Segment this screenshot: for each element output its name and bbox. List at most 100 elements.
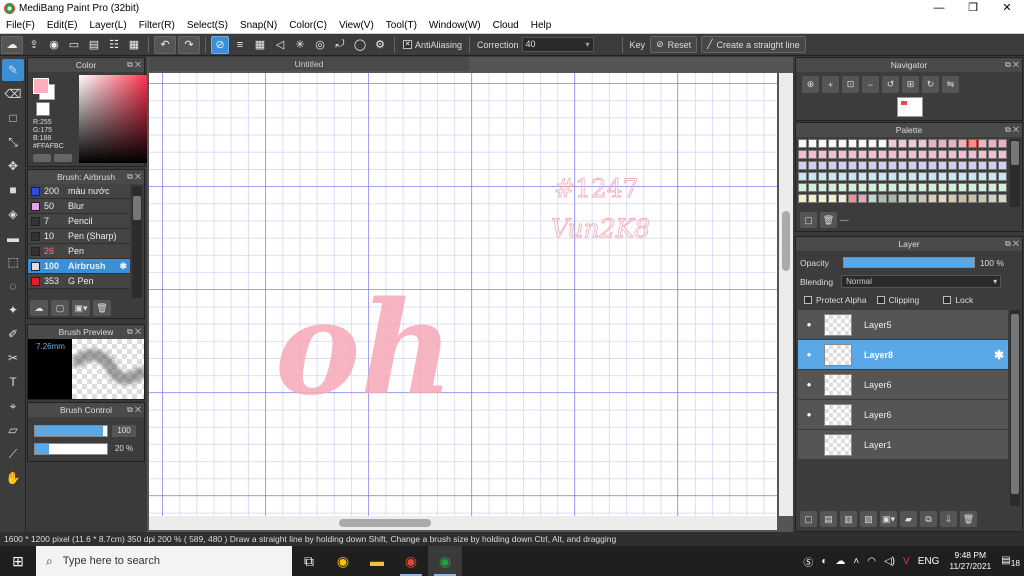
palette-swatch[interactable] [858, 150, 867, 159]
palette-swatch[interactable] [818, 150, 827, 159]
clock[interactable]: 9:48 PM 11/27/2021 [949, 550, 991, 572]
menu-file[interactable]: File(F) [0, 20, 41, 31]
palette-swatch[interactable] [898, 150, 907, 159]
palette-swatch[interactable] [998, 194, 1007, 203]
palette-swatch[interactable] [818, 183, 827, 192]
palette-swatch[interactable] [818, 139, 827, 148]
palette-swatch[interactable] [958, 161, 967, 170]
curve-snap-icon[interactable]: ⤾ [331, 36, 349, 54]
select-eraser-tool-icon[interactable]: ✂ [2, 347, 24, 369]
palette-swatch[interactable] [888, 172, 897, 181]
file-explorer-icon[interactable]: ▬ [360, 546, 394, 576]
palette-swatch[interactable] [948, 194, 957, 203]
palette-swatch[interactable] [958, 150, 967, 159]
canvas-horizontal-scrollbar[interactable] [149, 516, 777, 530]
palette-swatch[interactable] [978, 150, 987, 159]
palette-swatch[interactable] [928, 150, 937, 159]
palette-swatch[interactable] [828, 161, 837, 170]
palette-swatch[interactable] [948, 172, 957, 181]
menu-view[interactable]: View(V) [333, 20, 380, 31]
palette-swatch[interactable] [918, 172, 927, 181]
brush-scrollbar[interactable] [132, 186, 142, 298]
menu-layer[interactable]: Layer(L) [83, 20, 132, 31]
shape-tool-icon[interactable]: □ [2, 107, 24, 129]
canvas-vertical-scrollbar[interactable] [779, 73, 793, 516]
layer-row[interactable]: ● Layer6 [798, 400, 1008, 430]
dot-tool-icon[interactable]: ⤡ [2, 131, 24, 153]
palette-swatch[interactable] [848, 161, 857, 170]
cloud-brush-icon[interactable]: ☁ [30, 300, 48, 316]
palette-swatch[interactable] [988, 194, 997, 203]
palette-swatch[interactable] [968, 172, 977, 181]
close-button[interactable]: ✕ [990, 0, 1024, 17]
palette-swatch[interactable] [918, 183, 927, 192]
palette-swatch[interactable] [798, 183, 807, 192]
panel-controls-icon[interactable]: ⧉ ✕ [127, 325, 141, 339]
palette-swatch[interactable] [918, 161, 927, 170]
cross-snap-icon[interactable]: ▦ [251, 36, 269, 54]
palette-swatch[interactable] [938, 139, 947, 148]
delete-palette-icon[interactable]: 🗑 [820, 212, 837, 228]
palette-swatch[interactable] [908, 139, 917, 148]
palette-swatch[interactable] [868, 183, 877, 192]
discord-icon[interactable]: ◐ [821, 556, 827, 567]
rotate-right-icon[interactable]: ↻ [922, 76, 939, 93]
palette-swatch[interactable] [858, 161, 867, 170]
palette-swatch[interactable] [868, 194, 877, 203]
menu-snap[interactable]: Snap(N) [234, 20, 283, 31]
transparent-color-swatch[interactable] [36, 102, 50, 116]
palette-swatch[interactable] [888, 139, 897, 148]
palette-swatch[interactable] [938, 150, 947, 159]
brush-size-value[interactable]: 100 [112, 425, 136, 437]
chrome-profile-icon[interactable]: ◉ [394, 546, 428, 576]
palette-swatch[interactable] [818, 161, 827, 170]
cloud-sync-icon[interactable]: ☁ [835, 556, 845, 567]
palette-swatch[interactable] [848, 194, 857, 203]
bucket-tool-icon[interactable]: ◈ [2, 203, 24, 225]
wifi-icon[interactable]: ◠ [867, 556, 876, 567]
palette-swatch[interactable] [958, 183, 967, 192]
palette-swatch[interactable] [848, 172, 857, 181]
palette-swatch[interactable] [878, 172, 887, 181]
opacity-slider[interactable] [842, 257, 975, 268]
palette-swatch[interactable] [998, 161, 1007, 170]
upload-icon[interactable]: ⇪ [25, 36, 43, 54]
maximize-button[interactable]: ❐ [956, 0, 990, 17]
new-halftone-layer-icon[interactable]: ▤ [820, 511, 837, 527]
merge-layer-icon[interactable]: ⇩ [940, 511, 957, 527]
palette-swatch[interactable] [798, 172, 807, 181]
document-tab[interactable]: Untitled [149, 57, 469, 71]
palette-swatch[interactable] [968, 183, 977, 192]
palette-swatch[interactable] [808, 161, 817, 170]
skype-icon[interactable]: Ⓢ [803, 554, 813, 569]
palette-swatch[interactable] [898, 194, 907, 203]
palette-swatch[interactable] [858, 194, 867, 203]
palette-swatch[interactable] [978, 183, 987, 192]
palette-swatch[interactable] [838, 172, 847, 181]
eyedropper-tool-icon[interactable]: ⟋ [2, 443, 24, 465]
palette-swatch[interactable] [968, 150, 977, 159]
palette-swatch[interactable] [868, 139, 877, 148]
palette-swatch[interactable] [898, 161, 907, 170]
visibility-dot-icon[interactable]: ● [798, 320, 820, 329]
zoom-out-icon[interactable]: − [862, 76, 879, 93]
zoom-search-icon[interactable]: ⊕ [802, 76, 819, 93]
menu-help[interactable]: Help [525, 20, 558, 31]
menu-tool[interactable]: Tool(T) [380, 20, 423, 31]
palette-swatch[interactable] [948, 139, 957, 148]
antialiasing-checkbox[interactable]: ✕ [403, 40, 412, 49]
new-8bit-layer-icon[interactable]: ▥ [840, 511, 857, 527]
minimize-button[interactable]: — [922, 0, 956, 17]
select-tool-icon[interactable]: ⬚ [2, 251, 24, 273]
palette-swatch[interactable] [918, 139, 927, 148]
circle-snap-icon[interactable]: ◯ [351, 36, 369, 54]
layer-scrollbar[interactable] [1010, 310, 1020, 506]
palette-swatch[interactable] [908, 150, 917, 159]
gear-icon[interactable]: ✱ [119, 261, 127, 272]
brush-item[interactable]: 10 Pen (Sharp) [28, 229, 130, 244]
panel-controls-icon[interactable]: ⧉ ✕ [127, 403, 141, 417]
task-view-icon[interactable]: ⧉ [292, 546, 326, 576]
palette-swatch[interactable] [918, 150, 927, 159]
rotate-left-icon[interactable]: ↺ [882, 76, 899, 93]
eraser-tool-icon[interactable]: ⌫ [2, 83, 24, 105]
